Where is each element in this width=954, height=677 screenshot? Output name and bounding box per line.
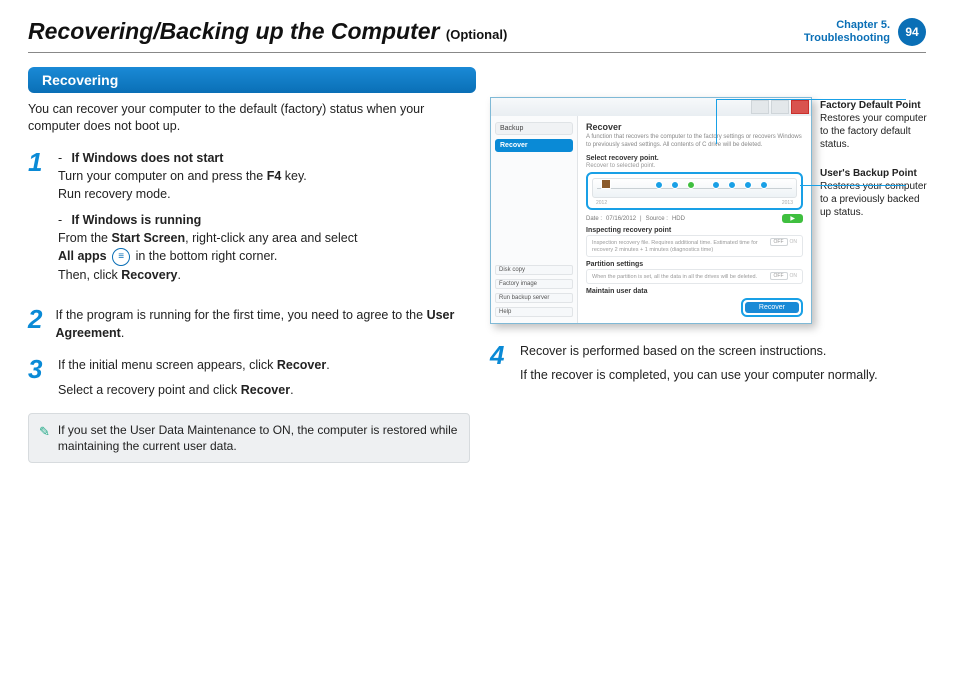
step-1: 1 - If Windows does not start Turn your … <box>28 149 468 292</box>
sec-select-point: Select recovery point. <box>586 155 803 162</box>
sidebar-item-factory[interactable]: Factory image <box>495 279 573 289</box>
backup-pin-icon[interactable] <box>743 181 751 193</box>
step3-l1-post: . <box>326 358 329 372</box>
step1b-l2-b: All apps <box>58 249 107 263</box>
note-text: If you set the User Data Maintenance to … <box>58 422 459 454</box>
step2-post: . <box>121 326 124 340</box>
chapter-line1: Chapter 5. <box>804 19 890 32</box>
step-number: 1 <box>28 149 48 292</box>
app-sidebar: Backup Recover Disk copy Factory image R… <box>491 116 578 323</box>
chapter-text: Chapter 5. Troubleshooting <box>804 19 890 45</box>
header-rule <box>28 52 926 53</box>
go-button[interactable]: ▶ <box>782 214 803 223</box>
sec-partition: Partition settings <box>586 261 803 268</box>
timeline-year-a: 2012 <box>596 200 607 206</box>
step1a-key: F4 <box>267 169 282 183</box>
step1b-l2-post: in the bottom right corner. <box>136 249 278 263</box>
sidebar-item-diskcopy[interactable]: Disk copy <box>495 265 573 275</box>
sidebar-item-help[interactable]: Help <box>495 307 573 317</box>
step3-l2-b: Recover <box>241 383 290 397</box>
step1a-line2: Run recovery mode. <box>58 187 171 201</box>
step1a-title: If Windows does not start <box>71 151 223 165</box>
step-number: 4 <box>490 342 510 384</box>
title-main: Recovering/Backing up the Computer <box>28 18 440 44</box>
backup-pin-icon[interactable] <box>654 181 662 193</box>
step1b-l1-pre: From the <box>58 231 112 245</box>
step4-l1: Recover is performed based on the screen… <box>520 342 878 360</box>
sidebar-item-recover[interactable]: Recover <box>495 139 573 152</box>
sec-inspect: Inspecting recovery point <box>586 227 803 234</box>
step3-l2-post: . <box>290 383 293 397</box>
callout-connector-2 <box>800 185 906 186</box>
page-header: Recovering/Backing up the Computer (Opti… <box>0 0 954 52</box>
right-column: Backup Recover Disk copy Factory image R… <box>490 67 928 463</box>
sec-select-sub: Recover to selected point. <box>586 163 803 169</box>
inspect-toggle[interactable]: OFFON <box>770 239 798 245</box>
step1b-l1-mid: , right-click any area and select <box>185 231 357 245</box>
recover-button[interactable]: Recover <box>745 302 799 313</box>
step-number: 2 <box>28 306 46 342</box>
source-value: HDD <box>672 216 685 222</box>
step1b-l3-pre: Then, click <box>58 268 121 282</box>
left-column: Recovering You can recover your computer… <box>28 67 468 463</box>
step-2: 2 If the program is running for the firs… <box>28 306 468 342</box>
backup-pin-icon[interactable] <box>759 181 767 193</box>
step1a-line1-pre: Turn your computer on and press the <box>58 169 267 183</box>
step1a-line1-post: key. <box>281 169 306 183</box>
source-label: Source : <box>646 216 668 222</box>
chapter-block: Chapter 5. Troubleshooting 94 <box>804 18 926 46</box>
note-box: ✎ If you set the User Data Maintenance t… <box>28 413 470 463</box>
sec-userdata: Maintain user data <box>586 288 803 295</box>
page-number-badge: 94 <box>898 18 926 46</box>
section-header: Recovering <box>28 67 476 93</box>
step-4: 4 Recover is performed based on the scre… <box>490 342 928 384</box>
title-optional: (Optional) <box>446 27 507 42</box>
inspect-line: Inspection recovery file. Requires addit… <box>592 240 758 253</box>
sidebar-item-backup[interactable]: Backup <box>495 122 573 135</box>
step-3: 3 If the initial menu screen appears, cl… <box>28 356 468 398</box>
step1b-title: If Windows is running <box>71 213 201 227</box>
step3-l2-pre: Select a recovery point and click <box>58 383 241 397</box>
intro-text: You can recover your computer to the def… <box>28 101 448 135</box>
partition-line: When the partition is set, all the data … <box>592 274 757 280</box>
timeline-year-b: 2013 <box>782 200 793 206</box>
step1b-l1-b1: Start Screen <box>112 231 186 245</box>
callout-backup-title: User's Backup Point <box>820 167 928 180</box>
callout-connector-1 <box>716 99 906 152</box>
inspect-panel: OFFON Inspection recovery file. Requires… <box>586 235 803 257</box>
timeline-highlight: 2012 2013 <box>586 172 803 210</box>
step3-l1-pre: If the initial menu screen appears, clic… <box>58 358 277 372</box>
callout-backup: User's Backup Point Restores your comput… <box>820 167 928 219</box>
date-label: Date : <box>586 216 602 222</box>
step3-l1-b: Recover <box>277 358 326 372</box>
backup-pin-icon[interactable] <box>727 181 735 193</box>
note-icon: ✎ <box>39 423 50 454</box>
date-value: 07/16/2012 <box>606 216 636 222</box>
page-title: Recovering/Backing up the Computer (Opti… <box>28 18 507 45</box>
step4-l2: If the recover is completed, you can use… <box>520 366 878 384</box>
backup-pin-icon[interactable] <box>711 181 719 193</box>
factory-point-icon[interactable] <box>601 179 609 191</box>
step1b-l3-post: . <box>178 268 181 282</box>
all-apps-icon: ≡ <box>112 248 130 266</box>
partition-panel: OFFON When the partition is set, all the… <box>586 269 803 284</box>
backup-pin-selected-icon[interactable] <box>686 181 694 193</box>
step2-pre: If the program is running for the first … <box>56 308 427 322</box>
recover-button-highlight: Recover <box>741 298 803 317</box>
backup-pin-icon[interactable] <box>670 181 678 193</box>
sidebar-item-runbackup[interactable]: Run backup server <box>495 293 573 303</box>
step1b-l3-b: Recovery <box>121 268 177 282</box>
step-number: 3 <box>28 356 48 398</box>
chapter-line2: Troubleshooting <box>804 32 890 45</box>
recovery-timeline[interactable] <box>592 178 797 198</box>
partition-toggle[interactable]: OFFON <box>770 273 798 279</box>
